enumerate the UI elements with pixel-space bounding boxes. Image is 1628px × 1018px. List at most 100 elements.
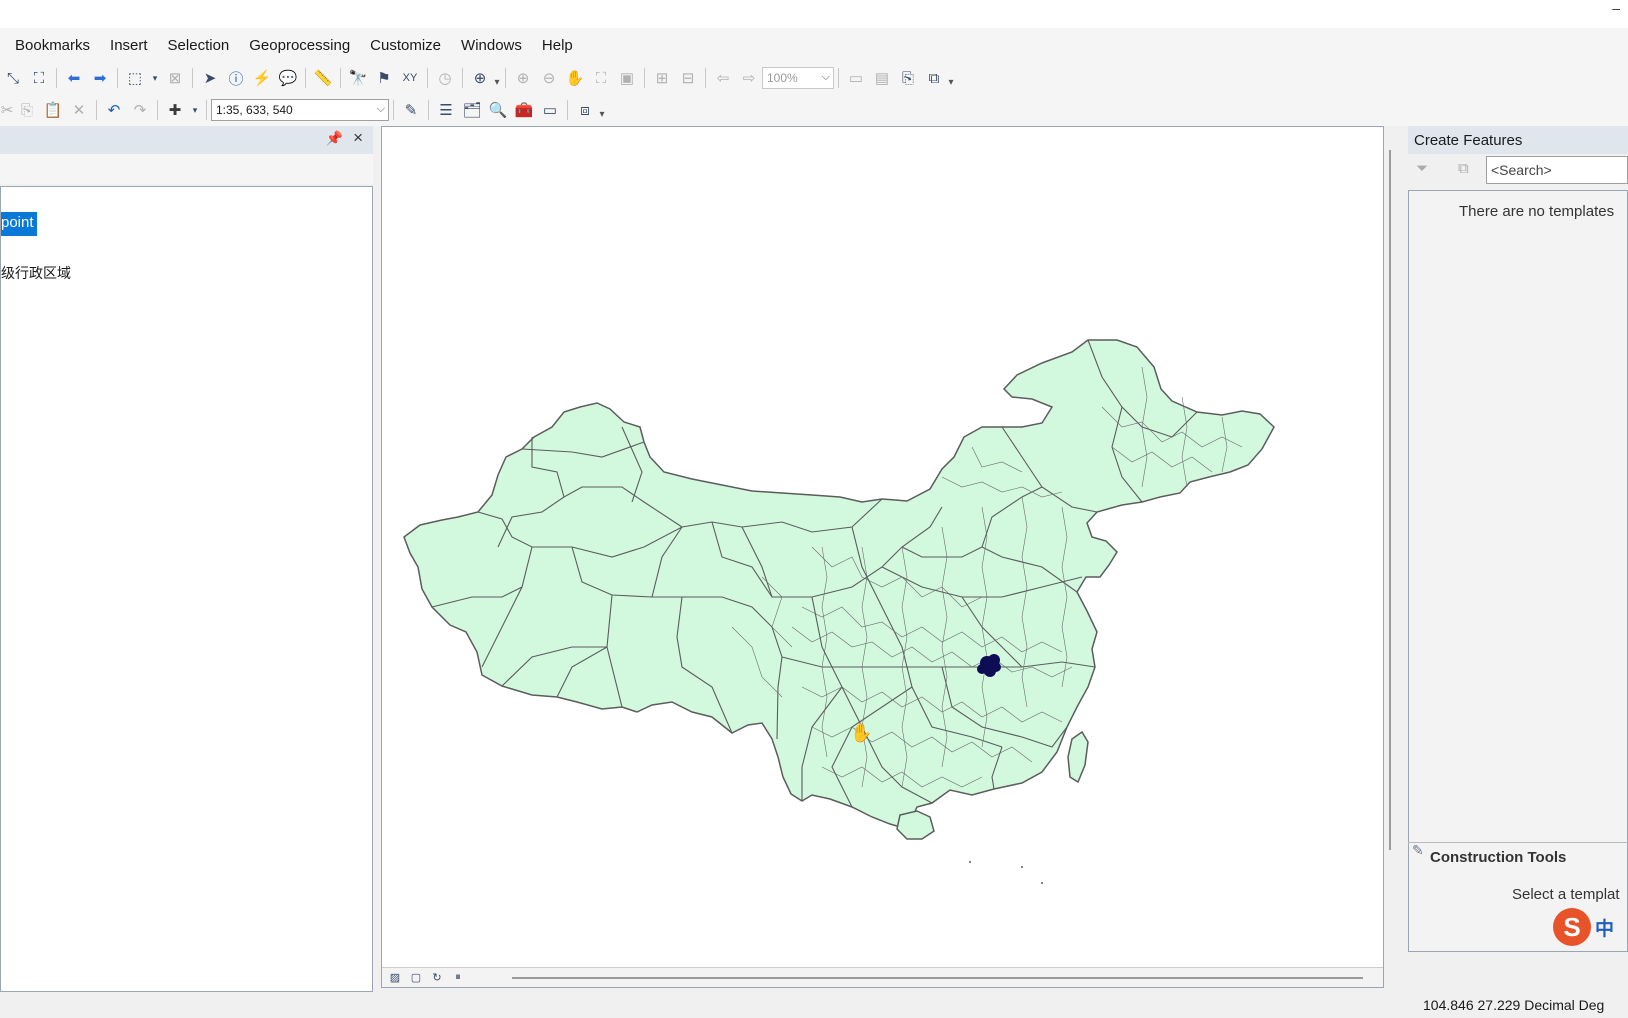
title-bar: – (0, 0, 1628, 28)
layout-view-icon[interactable]: ▢ (407, 970, 425, 986)
toolbar-separator (427, 68, 428, 88)
layer-item-point[interactable]: point (1, 212, 37, 236)
toolbar-separator (644, 68, 645, 88)
arcmap-window: – Bookmarks Insert Selection Geoprocessi… (0, 0, 1628, 1018)
select-features-icon[interactable]: ⬚ (124, 67, 146, 89)
editor-toolbar-icon[interactable]: ✎ (400, 99, 422, 121)
hainan-island (896, 810, 935, 840)
filter-icon[interactable]: ⏷ (1416, 160, 1428, 177)
undo-icon[interactable]: ↶ (103, 99, 125, 121)
zoom-whole-page-icon[interactable]: ⛶ (590, 67, 612, 89)
chevron-down-icon: ⌵ (821, 71, 830, 83)
toolbar-options-icon[interactable]: ▾ (947, 68, 955, 88)
table-of-contents-icon[interactable]: ☰ (435, 99, 457, 121)
menu-insert[interactable]: Insert (110, 33, 148, 58)
change-layout-icon[interactable]: ⎘ (897, 67, 919, 89)
toolbar-separator (705, 68, 706, 88)
pin-icon[interactable]: 📌 (326, 130, 343, 147)
python-window-icon[interactable]: ▭ (539, 99, 561, 121)
pause-drawing-icon[interactable]: ⏸ (449, 970, 467, 986)
toolbar-separator (462, 68, 463, 88)
china-landmass (403, 339, 1275, 830)
status-bar: 104.846 27.229 Decimal Deg (0, 992, 1628, 1018)
map-scale-value: 1:35, 633, 540 (216, 103, 293, 117)
layer-item-admin-regions[interactable]: 级行政区域 (1, 263, 71, 283)
focus-data-frame-icon[interactable]: ▤ (871, 67, 893, 89)
close-icon[interactable]: × (353, 128, 363, 148)
menu-windows[interactable]: Windows (461, 33, 522, 58)
menu-geoprocessing[interactable]: Geoprocessing (249, 33, 350, 58)
forward-extent-icon[interactable]: ➡ (89, 67, 111, 89)
zoom-100-icon[interactable]: ▣ (616, 67, 638, 89)
measure-icon[interactable]: 📏 (312, 67, 334, 89)
time-slider-icon[interactable]: ◷ (434, 67, 456, 89)
clear-selection-icon[interactable]: ⊠ (164, 67, 186, 89)
modelbuilder-icon[interactable]: ⧈ (574, 99, 596, 121)
toolbar-separator (340, 68, 341, 88)
go-to-xy-icon[interactable]: XY (399, 67, 421, 89)
dropdown-arrow-icon[interactable]: ▾ (190, 99, 200, 121)
find-route-icon[interactable]: ⚑ (373, 67, 395, 89)
map-view-status: ▨ ▢ ↻ ⏸ (382, 967, 1383, 987)
select-elements-icon[interactable]: ➤ (199, 67, 221, 89)
copy-icon[interactable]: ⎘ (16, 99, 38, 121)
data-view-icon[interactable]: ▨ (386, 970, 404, 986)
layout-pan-icon[interactable]: ✋ (564, 67, 586, 89)
fixed-zoom-in-icon[interactable]: ⤡ (2, 67, 24, 89)
map-scale-combo[interactable]: 1:35, 633, 540 ⌵ (211, 99, 389, 121)
create-features-pane: Create Features ⏷ ⧉ <Search> There are n… (1408, 126, 1628, 992)
create-viewer-window-icon[interactable]: ⊕ (469, 67, 491, 89)
template-search-input[interactable]: <Search> (1486, 156, 1628, 184)
search-window-icon[interactable]: 🔍 (487, 99, 509, 121)
toolbar-separator (206, 100, 207, 120)
catalog-window-icon[interactable]: 🗂 (461, 99, 483, 121)
full-extent-icon[interactable]: ⛶ (28, 67, 50, 89)
previous-extent-layout-icon[interactable]: ⇦ (712, 67, 734, 89)
back-extent-icon[interactable]: ⬅ (63, 67, 85, 89)
menu-selection[interactable]: Selection (168, 33, 230, 58)
refresh-icon[interactable]: ↻ (428, 970, 446, 986)
map-view[interactable]: ✋ ▨ ▢ ↻ ⏸ (381, 126, 1384, 988)
add-data-icon[interactable]: ✚ (164, 99, 186, 121)
arctoolbox-icon[interactable]: 🧰 (513, 99, 535, 121)
hyperlink-icon[interactable]: ⚡ (251, 67, 273, 89)
data-driven-pages-icon[interactable]: ⧉ (923, 67, 945, 89)
menu-customize[interactable]: Customize (370, 33, 441, 58)
toc-layer-list: point 级行政区域 (0, 186, 373, 992)
pan-hand-cursor-icon: ✋ (850, 722, 872, 743)
vertical-scrollbar[interactable] (1389, 150, 1391, 850)
redo-icon[interactable]: ↷ (129, 99, 151, 121)
zoom-percent-combo[interactable]: 100% ⌵ (762, 67, 834, 89)
toolbar-options-icon[interactable]: ▾ (493, 68, 501, 88)
map-canvas[interactable]: ✋ (382, 127, 1383, 967)
layout-zoom-in-icon[interactable]: ⊕ (512, 67, 534, 89)
fixed-zoom-out-layout-icon[interactable]: ⊟ (677, 67, 699, 89)
toolbar-separator (96, 100, 97, 120)
menu-bar: Bookmarks Insert Selection Geoprocessing… (0, 28, 1628, 62)
ime-indicator[interactable]: S 中 (1553, 908, 1614, 946)
find-icon[interactable]: 🔭 (347, 67, 369, 89)
cut-icon[interactable]: ✂ (1, 99, 14, 121)
next-extent-layout-icon[interactable]: ⇨ (738, 67, 760, 89)
construction-hint: Select a templat (1512, 886, 1620, 903)
construction-tools-title: Construction Tools (1408, 842, 1628, 870)
toolbar-options-icon[interactable]: ▾ (598, 100, 606, 120)
html-popup-icon[interactable]: 💬 (277, 67, 299, 89)
paste-icon[interactable]: 📋 (42, 99, 64, 121)
menu-bookmarks[interactable]: Bookmarks (15, 33, 90, 58)
fixed-zoom-in-layout-icon[interactable]: ⊞ (651, 67, 673, 89)
identify-icon[interactable]: ⓘ (225, 67, 247, 89)
toggle-draft-mode-icon[interactable]: ▭ (845, 67, 867, 89)
dropdown-arrow-icon[interactable]: ▾ (150, 67, 160, 89)
zoom-percent-value: 100% (767, 71, 798, 85)
layout-zoom-out-icon[interactable]: ⊖ (538, 67, 560, 89)
horizontal-scrollbar[interactable] (512, 977, 1363, 979)
no-templates-text: There are no templates (1459, 203, 1615, 220)
delete-icon[interactable]: ✕ (68, 99, 90, 121)
toolbar-separator (428, 100, 429, 120)
organize-templates-icon[interactable]: ⧉ (1458, 160, 1469, 177)
menu-help[interactable]: Help (542, 33, 573, 58)
minimize-button[interactable]: – (1612, 0, 1620, 16)
toolbar-separator (157, 100, 158, 120)
toolbar-separator (567, 100, 568, 120)
